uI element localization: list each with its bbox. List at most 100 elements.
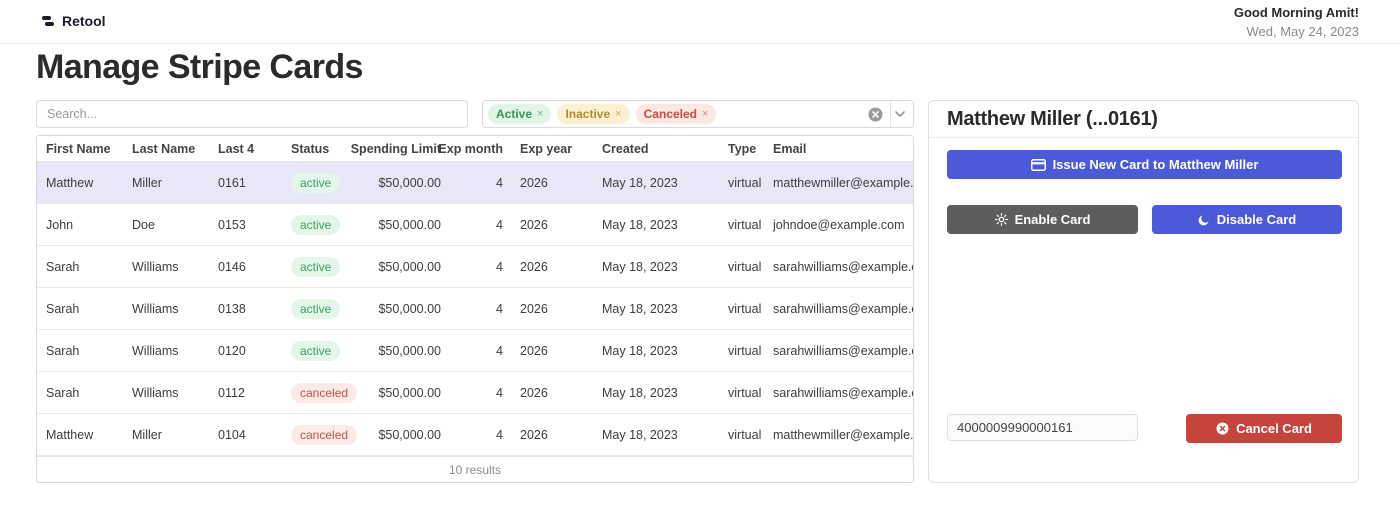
greeting-box: Good Morning Amit! Wed, May 24, 2023 [1234, 4, 1359, 42]
cell-status: active [282, 330, 357, 371]
cell-created: May 18, 2023 [593, 162, 719, 203]
table-header: First Name Last Name Last 4 Status Spend… [37, 136, 913, 162]
cell-exp-month: 4 [449, 414, 511, 455]
filter-chip-canceled[interactable]: Canceled × [636, 104, 717, 124]
cell-last-name: Williams [123, 246, 209, 287]
sun-icon [995, 213, 1008, 226]
cell-created: May 18, 2023 [593, 204, 719, 245]
cell-created: May 18, 2023 [593, 330, 719, 371]
table-row[interactable]: JohnDoe0153active$50,000.0042026May 18, … [37, 204, 913, 246]
cell-last-name: Miller [123, 414, 209, 455]
cell-status: active [282, 162, 357, 203]
cell-last4: 0146 [209, 246, 282, 287]
enable-card-button[interactable]: Enable Card [947, 205, 1138, 234]
cell-last-name: Williams [123, 288, 209, 329]
top-bar: Retool Good Morning Amit! Wed, May 24, 2… [0, 0, 1400, 44]
cell-exp-month: 4 [449, 288, 511, 329]
status-badge: active [291, 215, 340, 235]
date-text: Wed, May 24, 2023 [1234, 22, 1359, 42]
col-header-exp-month[interactable]: Exp month [449, 136, 511, 161]
remove-chip-icon[interactable]: × [702, 108, 708, 120]
col-header-email[interactable]: Email [764, 136, 913, 161]
results-count: 10 results [449, 463, 501, 477]
cell-email: sarahwilliams@example.com [764, 246, 913, 287]
cell-created: May 18, 2023 [593, 288, 719, 329]
cell-exp-year: 2026 [511, 162, 593, 203]
col-header-status[interactable]: Status [282, 136, 357, 161]
filter-chip-label: Active [496, 107, 532, 121]
col-header-exp-year[interactable]: Exp year [511, 136, 593, 161]
cell-first-name: Sarah [37, 288, 123, 329]
col-header-last-name[interactable]: Last Name [123, 136, 209, 161]
clear-filters-icon[interactable] [868, 107, 883, 122]
filter-chip-label: Inactive [565, 107, 610, 121]
cell-last4: 0153 [209, 204, 282, 245]
status-badge: canceled [291, 425, 357, 445]
status-badge: active [291, 299, 340, 319]
issue-new-card-label: Issue New Card to Matthew Miller [1053, 157, 1259, 172]
search-input[interactable] [36, 100, 468, 128]
table-row[interactable]: MatthewMiller0161active$50,000.0042026Ma… [37, 162, 913, 204]
cell-last4: 0120 [209, 330, 282, 371]
col-header-last4[interactable]: Last 4 [209, 136, 282, 161]
issue-new-card-button[interactable]: Issue New Card to Matthew Miller [947, 150, 1342, 179]
cell-exp-month: 4 [449, 246, 511, 287]
status-badge: active [291, 173, 340, 193]
cell-status: active [282, 204, 357, 245]
cell-exp-year: 2026 [511, 372, 593, 413]
table-row[interactable]: MatthewMiller0104canceled$50,000.0042026… [37, 414, 913, 456]
cell-exp-year: 2026 [511, 288, 593, 329]
cell-exp-year: 2026 [511, 330, 593, 371]
cell-first-name: Sarah [37, 246, 123, 287]
cell-last4: 0161 [209, 162, 282, 203]
col-header-spending-limit[interactable]: Spending Limit [357, 136, 449, 161]
card-number-input[interactable] [947, 414, 1138, 441]
cell-type: virtual [719, 288, 764, 329]
cell-first-name: Matthew [37, 414, 123, 455]
cell-first-name: John [37, 204, 123, 245]
panel-title: Matthew Miller (...0161) [929, 101, 1358, 138]
disable-card-label: Disable Card [1217, 212, 1296, 227]
table-row[interactable]: SarahWilliams0146active$50,000.0042026Ma… [37, 246, 913, 288]
table-row[interactable]: SarahWilliams0112canceled$50,000.0042026… [37, 372, 913, 414]
table-row[interactable]: SarahWilliams0138active$50,000.0042026Ma… [37, 288, 913, 330]
cell-exp-month: 4 [449, 162, 511, 203]
cell-email: sarahwilliams@example.com [764, 288, 913, 329]
cell-created: May 18, 2023 [593, 246, 719, 287]
cell-last-name: Williams [123, 372, 209, 413]
cell-exp-year: 2026 [511, 414, 593, 455]
cell-exp-year: 2026 [511, 204, 593, 245]
filter-chips: Active × Inactive × Canceled × [488, 104, 868, 124]
status-badge: canceled [291, 383, 357, 403]
remove-chip-icon[interactable]: × [615, 108, 621, 120]
status-filter-multiselect[interactable]: Active × Inactive × Canceled × [482, 100, 914, 128]
filter-chip-label: Canceled [644, 107, 697, 121]
disable-card-button[interactable]: Disable Card [1152, 205, 1342, 234]
col-header-type[interactable]: Type [719, 136, 764, 161]
retool-brand[interactable]: Retool [40, 13, 106, 29]
filter-chip-active[interactable]: Active × [488, 104, 551, 124]
remove-chip-icon[interactable]: × [537, 108, 543, 120]
card-detail-panel: Matthew Miller (...0161) Issue New Card … [928, 100, 1359, 483]
cell-last4: 0138 [209, 288, 282, 329]
table-body: MatthewMiller0161active$50,000.0042026Ma… [37, 162, 913, 456]
cell-spending-limit: $50,000.00 [357, 162, 449, 203]
col-header-first-name[interactable]: First Name [37, 136, 123, 161]
page-title: Manage Stripe Cards [36, 48, 363, 87]
chevron-down-icon[interactable] [891, 111, 909, 117]
filter-chip-inactive[interactable]: Inactive × [557, 104, 629, 124]
status-badge: active [291, 257, 340, 277]
cancel-circle-icon [1216, 422, 1229, 435]
cell-type: virtual [719, 162, 764, 203]
cell-spending-limit: $50,000.00 [357, 372, 449, 413]
cell-spending-limit: $50,000.00 [357, 330, 449, 371]
cell-type: virtual [719, 204, 764, 245]
cell-first-name: Sarah [37, 372, 123, 413]
cell-status: canceled [282, 414, 357, 455]
cell-last4: 0112 [209, 372, 282, 413]
col-header-created[interactable]: Created [593, 136, 719, 161]
cell-status: canceled [282, 372, 357, 413]
cancel-card-button[interactable]: Cancel Card [1186, 414, 1342, 443]
table-row[interactable]: SarahWilliams0120active$50,000.0042026Ma… [37, 330, 913, 372]
greeting-text: Good Morning Amit! [1234, 4, 1359, 22]
